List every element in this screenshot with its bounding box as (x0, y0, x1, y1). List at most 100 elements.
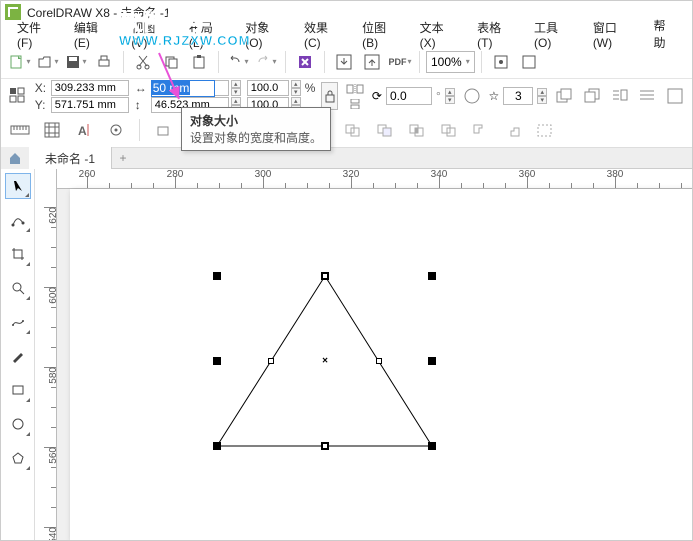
ruler-horizontal[interactable]: 260280300320340360380400 (57, 169, 692, 189)
menu-help[interactable]: 帮助 (643, 15, 686, 53)
ruler-h-label: 280 (167, 169, 184, 180)
node-top[interactable] (322, 273, 328, 279)
selection-handle-tl[interactable] (213, 272, 221, 280)
redo-button[interactable] (253, 49, 279, 75)
undo-button[interactable] (225, 49, 251, 75)
welcome-tab-button[interactable] (1, 147, 29, 169)
position-icon (7, 84, 29, 108)
search-button[interactable] (292, 49, 318, 75)
simplify-button[interactable] (436, 117, 462, 143)
menu-file[interactable]: 文件(F) (7, 17, 64, 52)
x-input[interactable] (51, 80, 129, 96)
document-tab[interactable]: 未命名 -1 (29, 147, 112, 169)
shape-tool[interactable] (5, 207, 31, 233)
publish-pdf-button[interactable]: PDF (387, 49, 413, 75)
lock-ratio-button[interactable] (321, 82, 338, 110)
rotation-stepper[interactable]: ▴▾ (445, 88, 455, 104)
zoom-value: 100% (431, 55, 462, 69)
y-label: Y: (35, 98, 49, 112)
outline-width-button[interactable] (636, 84, 658, 108)
width-stepper[interactable]: ▴▾ (231, 80, 241, 96)
ruler-button[interactable] (7, 117, 33, 143)
y-input[interactable] (51, 97, 129, 113)
scale-x-stepper[interactable]: ▴▾ (291, 80, 301, 96)
add-tab-button[interactable]: + (112, 147, 134, 169)
scale-x-input[interactable] (247, 80, 289, 96)
selection-handle-br[interactable] (428, 442, 436, 450)
ruler-v-label: 600 (49, 287, 60, 304)
page[interactable]: × (70, 189, 692, 540)
ruler-h-label: 340 (431, 169, 448, 180)
sides-stepper[interactable]: ▴▾ (537, 88, 547, 104)
menu-effects[interactable]: 效果(C) (294, 17, 352, 52)
menu-tools[interactable]: 工具(O) (524, 17, 583, 52)
zoom-tool[interactable] (5, 275, 31, 301)
crop-tool[interactable] (5, 241, 31, 267)
convert-button[interactable] (664, 84, 686, 108)
ruler-v-label: 560 (49, 447, 60, 464)
ruler-v-label: 580 (49, 367, 60, 384)
tooltip-title: 对象大小 (190, 112, 322, 129)
ruler-vertical[interactable]: 620600580560540 (35, 169, 57, 540)
open-button[interactable] (35, 49, 61, 75)
menu-edit[interactable]: 编辑(E) (64, 17, 122, 52)
rectangle-tool[interactable] (5, 377, 31, 403)
dynamic-guides-button[interactable] (150, 117, 176, 143)
menu-bitmap[interactable]: 位图(B) (352, 17, 410, 52)
order-back-button[interactable] (581, 84, 603, 108)
snap-options-button[interactable] (103, 117, 129, 143)
weld-button[interactable] (340, 117, 366, 143)
menu-text[interactable]: 文本(X) (410, 17, 468, 52)
selection-center-icon[interactable]: × (322, 356, 328, 367)
position-fields: X: Y: (35, 80, 129, 113)
options-button[interactable] (516, 49, 542, 75)
polygon-tool[interactable] (5, 445, 31, 471)
import-button[interactable] (331, 49, 357, 75)
ruler-h-label: 360 (519, 169, 536, 180)
order-front-button[interactable] (553, 84, 575, 108)
node-left[interactable] (268, 358, 274, 364)
artistic-media-tool[interactable] (5, 343, 31, 369)
selection-handle-tr[interactable] (428, 272, 436, 280)
mirror-v-button[interactable] (344, 97, 366, 111)
print-button[interactable] (91, 49, 117, 75)
rotation-input[interactable] (386, 87, 432, 105)
node-bottom[interactable] (322, 443, 328, 449)
guides-button[interactable]: A (71, 117, 97, 143)
boundary-button[interactable] (532, 117, 558, 143)
ruler-v-label: 620 (49, 207, 60, 224)
front-minus-back-button[interactable] (468, 117, 494, 143)
zoom-select[interactable]: 100% (426, 51, 475, 73)
save-button[interactable] (63, 49, 89, 75)
cut-button[interactable] (130, 49, 156, 75)
menu-window[interactable]: 窗口(W) (583, 17, 644, 52)
paste-button[interactable] (186, 49, 212, 75)
node-right[interactable] (376, 358, 382, 364)
height-icon: ↕ (135, 98, 149, 112)
pick-tool[interactable] (5, 173, 31, 199)
selection-handle-bl[interactable] (213, 442, 221, 450)
grid-button[interactable] (39, 117, 65, 143)
canvas-area: 260280300320340360380400 620600580560540… (35, 169, 692, 540)
sides-input[interactable] (503, 87, 533, 105)
app-logo-icon (5, 4, 21, 20)
wrap-button[interactable] (609, 84, 631, 108)
triangle-shape[interactable] (70, 189, 690, 540)
copy-button[interactable] (158, 49, 184, 75)
intersect-button[interactable] (404, 117, 430, 143)
export-button[interactable] (359, 49, 385, 75)
width-input-focused[interactable]: 50 mm (151, 80, 215, 97)
freehand-tool[interactable] (5, 309, 31, 335)
snap-button[interactable] (488, 49, 514, 75)
selection-handle-mr[interactable] (428, 357, 436, 365)
menu-table[interactable]: 表格(T) (467, 17, 524, 52)
separator (218, 51, 219, 73)
selection-handle-ml[interactable] (213, 357, 221, 365)
ruler-h-label: 380 (607, 169, 624, 180)
trim-button[interactable] (372, 117, 398, 143)
percent-label: % (305, 81, 316, 95)
back-minus-front-button[interactable] (500, 117, 526, 143)
new-button[interactable] (7, 49, 33, 75)
ellipse-tool[interactable] (5, 411, 31, 437)
mirror-h-button[interactable] (344, 82, 366, 96)
